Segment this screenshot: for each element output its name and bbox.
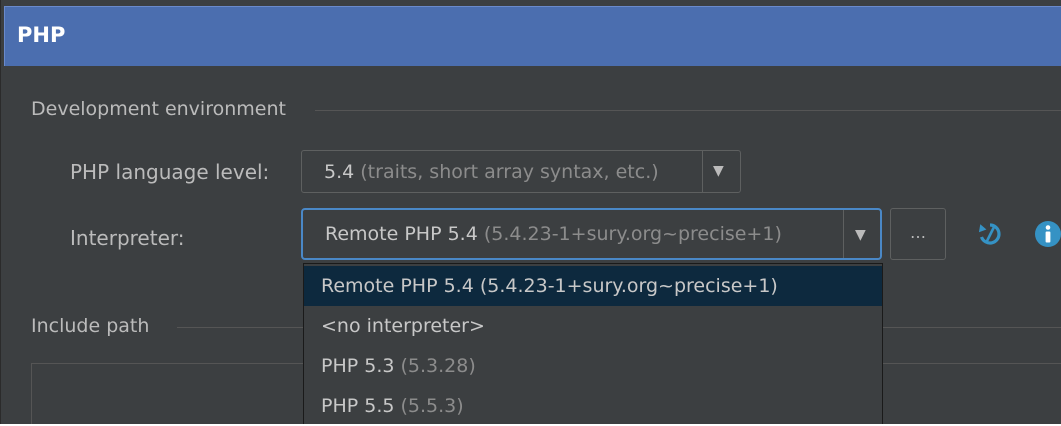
dropdown-item-main: PHP 5.3: [321, 355, 395, 377]
interpreter-combo[interactable]: Remote PHP 5.4 (5.4.23-1+sury.org~precis…: [301, 208, 882, 260]
window-title: PHP: [17, 23, 66, 47]
dropdown-item-main: Remote PHP 5.4 (5.4.23-1+sury.org~precis…: [321, 275, 778, 297]
dropdown-item-main: PHP 5.5: [321, 395, 395, 417]
section-separator: [883, 327, 1061, 328]
interpreter-more-button[interactable]: …: [890, 208, 946, 260]
interpreter-value: Remote PHP 5.4 (5.4.23-1+sury.org~precis…: [325, 223, 782, 245]
dialog-window: PHP Development environment PHP language…: [0, 0, 1061, 424]
section-label-include-path: Include path: [31, 315, 150, 337]
interpreter-label: Interpreter:: [70, 226, 185, 250]
dropdown-item-no-interpreter[interactable]: <no interpreter>: [304, 306, 882, 346]
section-separator: [177, 327, 309, 328]
dropdown-item-remote-php-54[interactable]: Remote PHP 5.4 (5.4.23-1+sury.org~precis…: [304, 266, 882, 306]
title-bar: PHP: [4, 6, 1061, 66]
dropdown-item-sub: (5.3.28): [400, 355, 476, 377]
dropdown-item-main: <no interpreter>: [321, 315, 485, 337]
php-language-level-value: 5.4 (traits, short array syntax, etc.): [324, 161, 659, 183]
interpreter-dropdown-list: Remote PHP 5.4 (5.4.23-1+sury.org~precis…: [303, 263, 883, 424]
combo-divider: [843, 210, 844, 258]
php-language-level-label: PHP language level:: [70, 160, 270, 184]
refresh-icon[interactable]: [977, 221, 1003, 247]
section-separator: [315, 110, 1061, 111]
dropdown-item-php-53[interactable]: PHP 5.3 (5.3.28): [304, 346, 882, 386]
php-language-level-value-sub: (traits, short array syntax, etc.): [360, 161, 659, 183]
chevron-down-icon[interactable]: ▼: [855, 227, 866, 243]
php-language-level-combo[interactable]: 5.4 (traits, short array syntax, etc.) ▼: [301, 150, 741, 193]
combo-divider: [702, 151, 703, 192]
php-language-level-value-main: 5.4: [324, 161, 355, 183]
interpreter-value-sub: (5.4.23-1+sury.org~precise+1): [483, 223, 782, 245]
section-label-development-environment: Development environment: [31, 98, 286, 120]
dropdown-item-sub: (5.5.3): [400, 395, 464, 417]
interpreter-value-main: Remote PHP 5.4: [325, 223, 478, 245]
info-icon[interactable]: [1034, 220, 1061, 248]
chevron-down-icon[interactable]: ▼: [713, 163, 724, 179]
dropdown-item-php-55[interactable]: PHP 5.5 (5.5.3): [304, 386, 882, 426]
